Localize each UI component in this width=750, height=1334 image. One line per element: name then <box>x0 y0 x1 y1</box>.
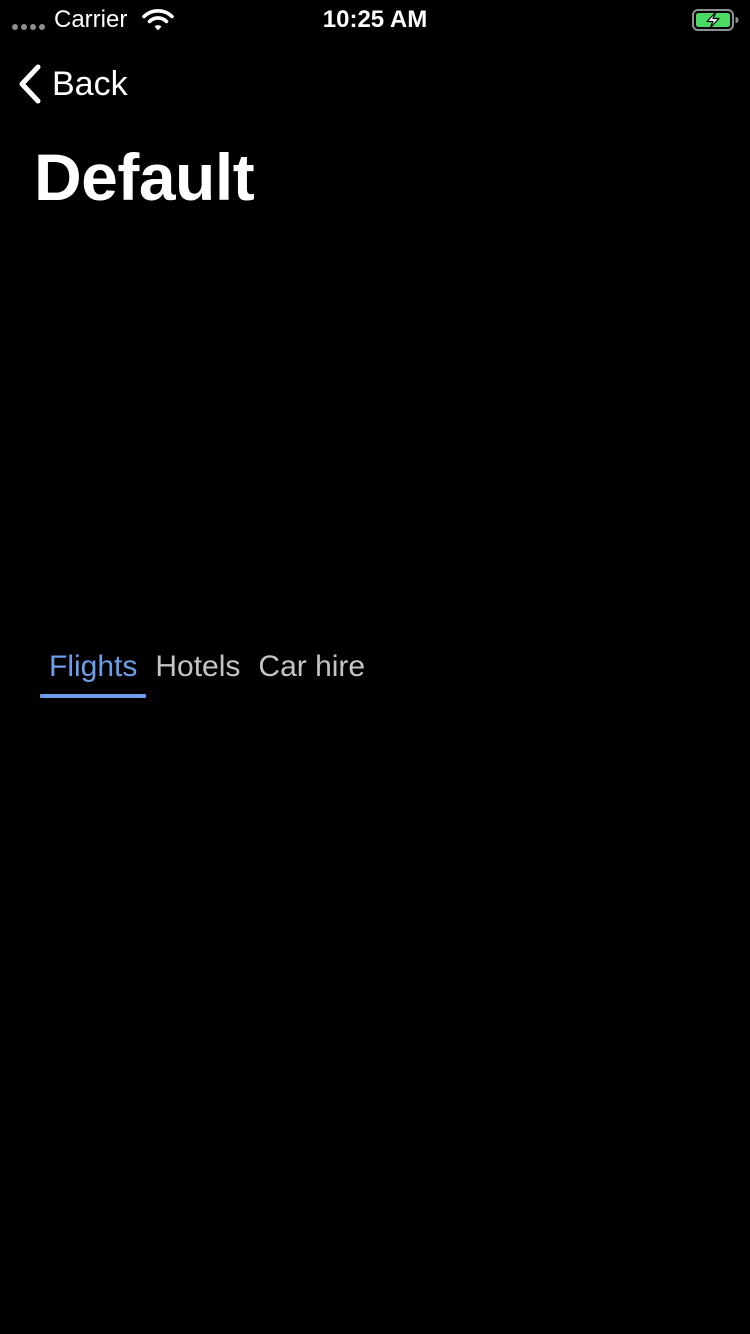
selected-tab-indicator <box>40 694 147 698</box>
back-label: Back <box>52 65 128 103</box>
status-time: 10:25 AM <box>322 6 428 33</box>
tab-flights[interactable]: Flights <box>40 640 147 698</box>
back-button[interactable]: Back <box>16 62 128 106</box>
tab-label: Hotels <box>155 650 241 683</box>
chevron-left-icon <box>19 64 41 104</box>
status-bar: Carrier 10:25 AM <box>0 0 750 40</box>
tab-label: Flights <box>49 650 138 683</box>
tab-hotels[interactable]: Hotels <box>146 640 249 698</box>
tab-label: Car hire <box>258 650 366 683</box>
page-title: Default <box>34 140 255 214</box>
tab-car-hire[interactable]: Car hire <box>249 640 374 698</box>
tab-bar: Flights Hotels Car hire <box>40 640 374 700</box>
battery-charging-icon <box>692 9 739 31</box>
